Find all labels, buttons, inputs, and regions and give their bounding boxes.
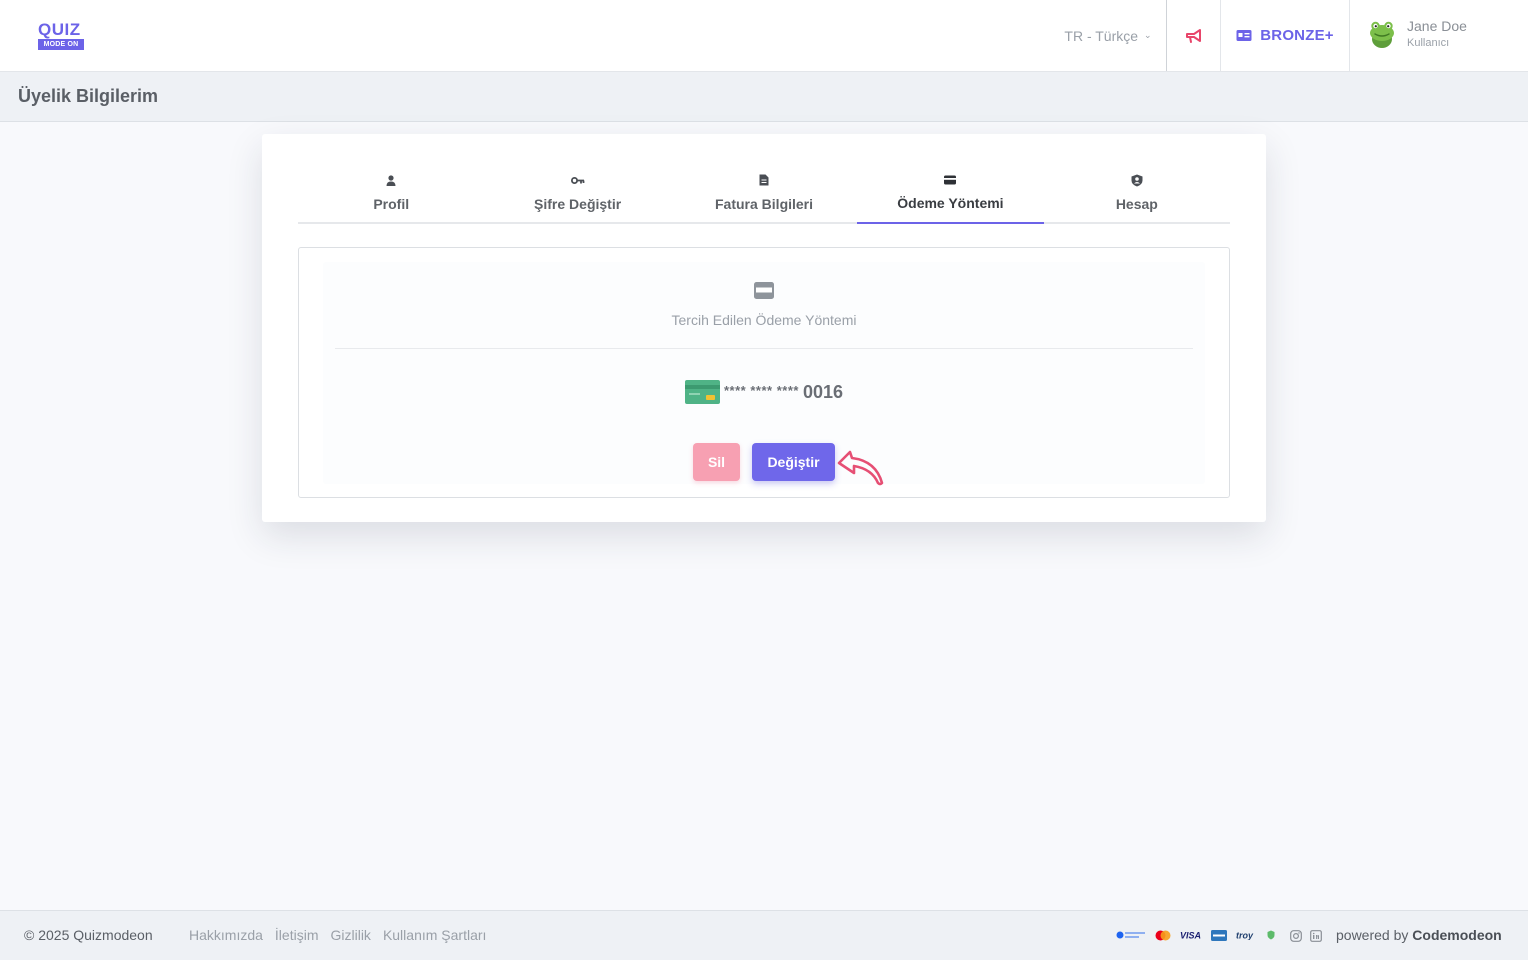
language-selector[interactable]: TR - Türkçe ⌄: [1050, 0, 1166, 71]
amex-icon: [1211, 929, 1227, 941]
linkedin-icon[interactable]: [1310, 930, 1322, 942]
social-links: [1290, 930, 1322, 942]
svg-text:troy: troy: [1236, 931, 1254, 941]
secure-badge-icon: [1267, 930, 1275, 940]
tab-hesap[interactable]: Hesap: [1044, 168, 1230, 222]
document-icon: [759, 172, 769, 188]
tab-profil[interactable]: Profil: [298, 168, 484, 222]
payment-logos: VISA troy: [1116, 929, 1275, 941]
id-card-icon: [1236, 30, 1252, 41]
chevron-down-icon: ⌄: [1144, 30, 1152, 40]
tab-label: Hesap: [1115, 196, 1158, 212]
user-menu[interactable]: Jane Doe Kullanıcı: [1350, 0, 1528, 71]
delete-button[interactable]: Sil: [693, 443, 740, 481]
powered-by: powered by Codemodeon: [1336, 927, 1502, 943]
footer: © 2025 Quizmodeon Hakkımızda İletişim Gi…: [0, 910, 1528, 960]
user-role: Kullanıcı: [1407, 37, 1450, 49]
tab-label: Ödeme Yöntemi: [897, 195, 1004, 211]
membership-card: Profil Şifre Değiştir Fatura Bilgileri Ö…: [262, 134, 1266, 522]
tab-label: Profil: [373, 196, 410, 212]
curved-arrow-icon: [837, 450, 884, 486]
key-icon: [570, 172, 585, 188]
tab-bar: Profil Şifre Değiştir Fatura Bilgileri Ö…: [298, 168, 1230, 224]
change-button[interactable]: Değiştir: [752, 443, 835, 481]
visa-icon: VISA: [1180, 931, 1201, 941]
footer-link-contact[interactable]: İletişim: [275, 927, 319, 943]
payment-method-panel: Tercih Edilen Ödeme Yöntemi **** **** **…: [298, 247, 1230, 498]
user-name: Jane Doe: [1407, 18, 1467, 34]
page-title: Üyelik Bilgilerim: [18, 86, 159, 106]
credit-card-icon: [944, 172, 957, 188]
tab-fatura-bilgileri[interactable]: Fatura Bilgileri: [671, 168, 857, 222]
card-last-four: 0016: [802, 381, 843, 402]
avatar: [1370, 21, 1394, 48]
troy-icon: troy: [1236, 931, 1254, 941]
megaphone-icon: [1185, 28, 1201, 43]
tab-label: Fatura Bilgileri: [715, 196, 814, 212]
divider: [335, 348, 1193, 349]
iyzico-logo-icon: [1116, 931, 1145, 939]
tab-sifre-degistir[interactable]: Şifre Değiştir: [484, 168, 670, 222]
logo-tagline: MODE ON: [38, 39, 84, 50]
membership-plan-badge[interactable]: BRONZE+: [1221, 0, 1349, 71]
footer-link-terms[interactable]: Kullanım Şartları: [383, 927, 486, 943]
footer-link-privacy[interactable]: Gizlilik: [330, 927, 370, 943]
svg-text:VISA: VISA: [1180, 931, 1201, 941]
user-icon: [386, 172, 396, 188]
payment-method-title: Tercih Edilen Ödeme Yöntemi: [671, 312, 857, 328]
top-header: QUIZ MODE ON TR - Türkçe ⌄ BRONZE+ Jane …: [0, 0, 1528, 72]
user-shield-icon: [1131, 172, 1143, 188]
powered-by-brand[interactable]: Codemodeon: [1412, 927, 1501, 943]
mastercard-icon: [1155, 930, 1171, 940]
powered-by-prefix: powered by: [1336, 927, 1409, 943]
saved-card: **** **** **** 0016: [323, 380, 1205, 404]
credit-card-icon: [754, 282, 774, 299]
language-label: TR - Türkçe: [1064, 27, 1139, 44]
payment-method-box: Tercih Edilen Ödeme Yöntemi **** **** **…: [323, 262, 1205, 486]
copyright: © 2025 Quizmodeon: [24, 927, 153, 943]
logo[interactable]: QUIZ MODE ON: [38, 21, 84, 50]
tab-label: Şifre Değiştir: [534, 196, 622, 212]
instagram-icon[interactable]: [1290, 930, 1302, 942]
plan-label: BRONZE+: [1260, 27, 1334, 44]
page-header: Üyelik Bilgilerim: [0, 72, 1528, 122]
footer-links: Hakkımızda İletişim Gizlilik Kullanım Şa…: [189, 927, 486, 943]
card-number-mask: **** **** ****: [724, 382, 799, 398]
bank-card-icon: [685, 380, 720, 404]
footer-link-about[interactable]: Hakkımızda: [189, 927, 263, 943]
tab-odeme-yontemi[interactable]: Ödeme Yöntemi: [857, 168, 1045, 224]
logo-text: QUIZ: [38, 20, 81, 39]
announcements-button[interactable]: [1167, 0, 1220, 71]
